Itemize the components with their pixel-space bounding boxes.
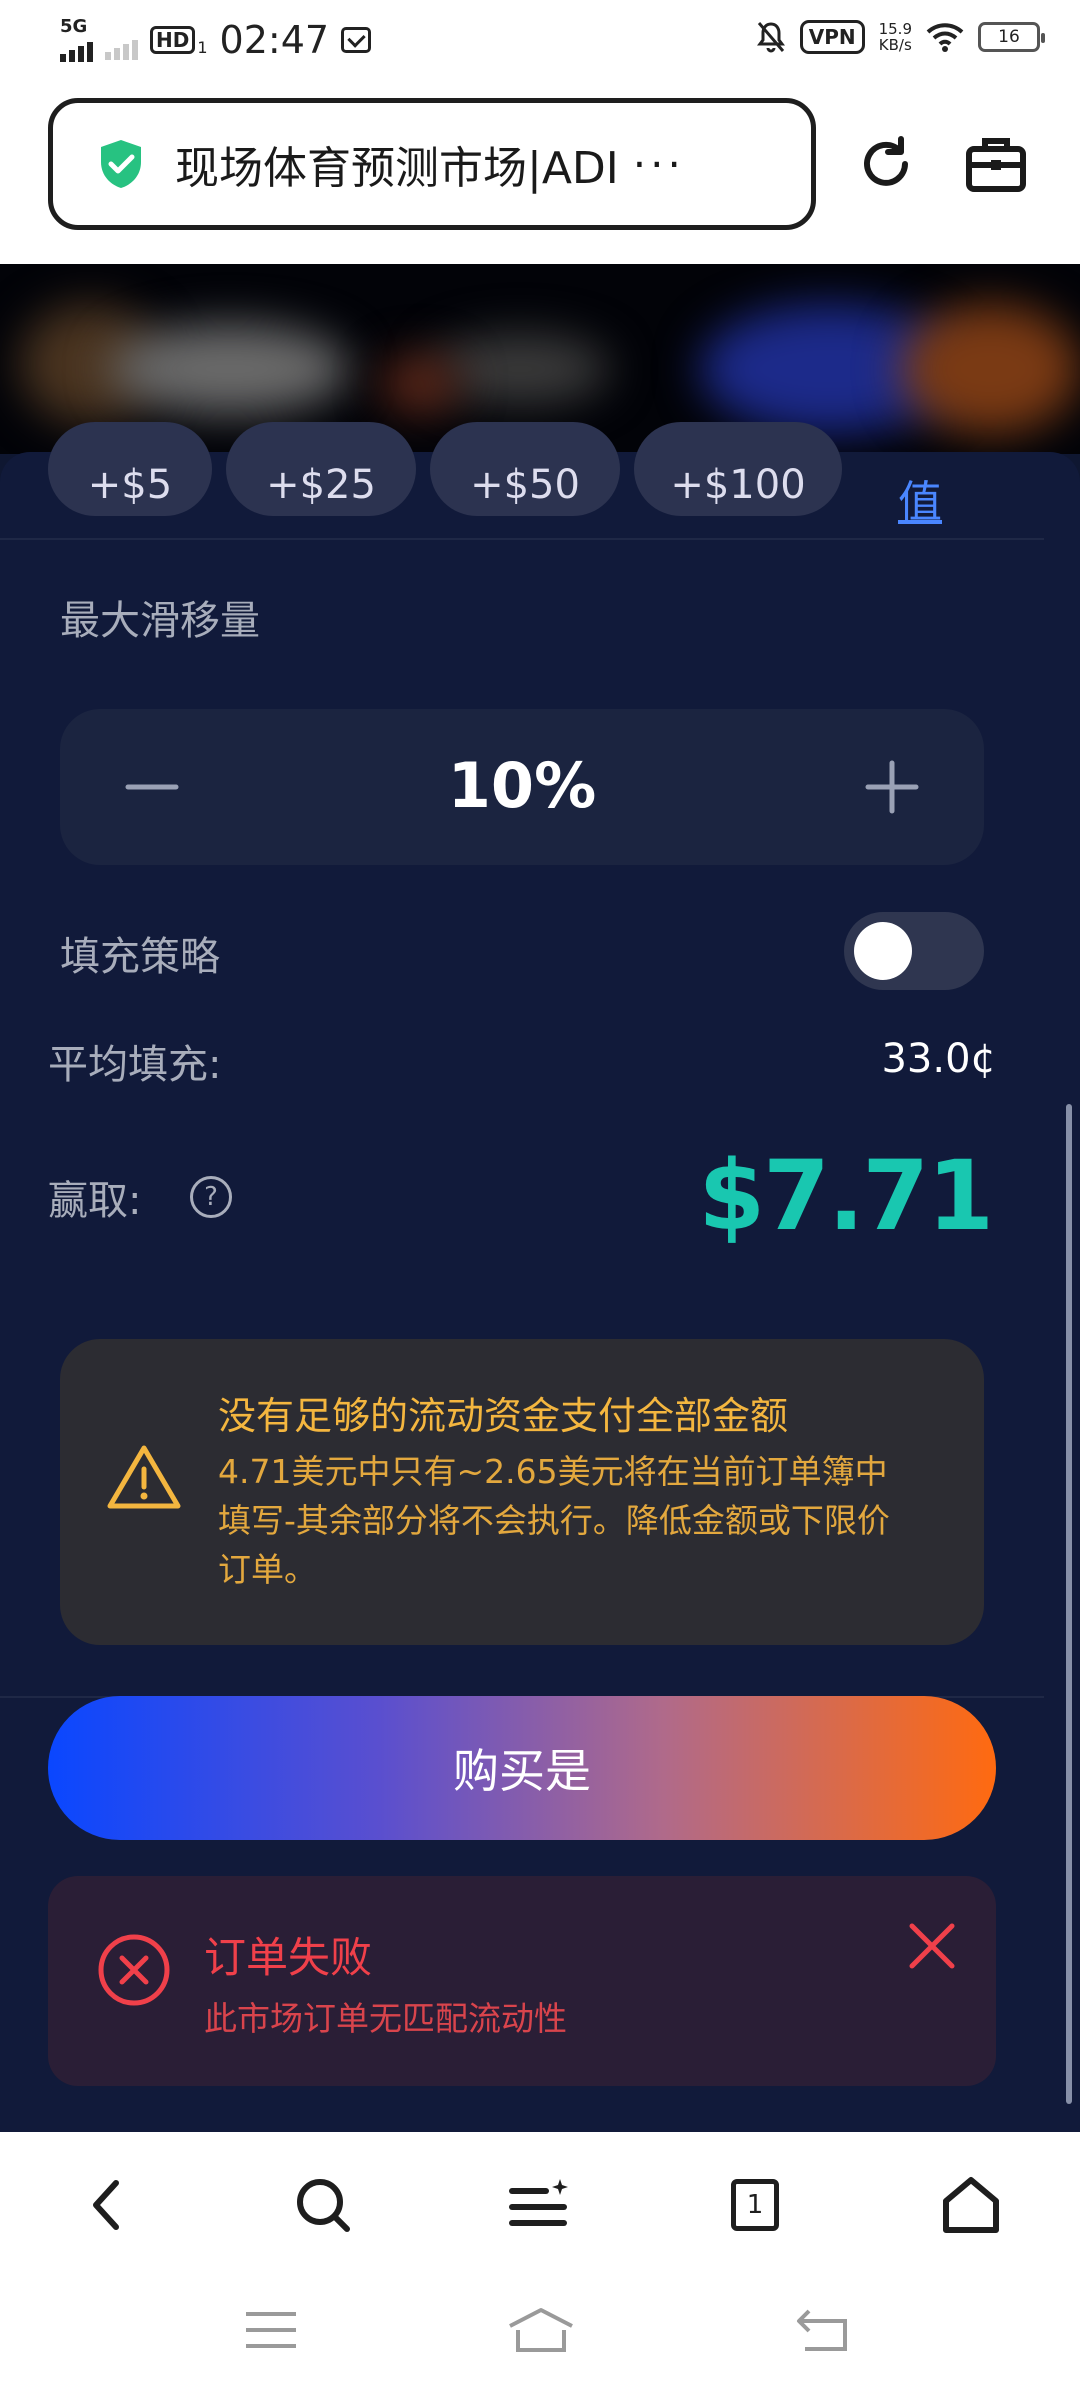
- scrollbar[interactable]: [1066, 1104, 1072, 2104]
- recents-icon: [246, 2312, 296, 2348]
- network-type: 5G: [60, 16, 88, 37]
- network-speed: 15.9 KB/s: [879, 21, 912, 53]
- amount-chip-5[interactable]: +$5: [48, 422, 212, 516]
- signal-icon: [60, 36, 93, 62]
- mail-icon: [341, 27, 372, 53]
- speed-value: 15.9: [878, 20, 912, 38]
- menu-sparkle-icon: [509, 2179, 568, 2226]
- page-title: 现场体育预测市场|ADI: [175, 143, 619, 194]
- error-circle-icon: [98, 1934, 170, 2006]
- win-label: 赢取:: [48, 1178, 142, 1224]
- hd-sub: 1: [197, 37, 208, 57]
- wifi-icon: [926, 23, 964, 52]
- menu-button[interactable]: [494, 2160, 584, 2250]
- vpn-badge: VPN: [799, 20, 865, 54]
- hd-icon: HD: [150, 26, 196, 54]
- max-value-link[interactable]: 值: [898, 466, 942, 530]
- reload-icon: [864, 136, 908, 186]
- error-title: 订单失败: [204, 1933, 373, 1982]
- average-fill-label: 平均填充:: [48, 1042, 222, 1088]
- fill-strategy-toggle[interactable]: [844, 912, 984, 990]
- mute-bell-icon: [756, 22, 785, 53]
- amount-chip-50[interactable]: +$50: [430, 422, 620, 516]
- help-icon[interactable]: ?: [190, 1176, 232, 1218]
- browser-bottom-bar: 1: [0, 2132, 1080, 2278]
- error-message: 此市场订单无匹配流动性: [204, 1999, 567, 2038]
- win-value: $7.71: [698, 1140, 994, 1252]
- reload-button[interactable]: [848, 126, 924, 202]
- speed-unit: KB/s: [878, 36, 912, 54]
- plus-button[interactable]: [854, 749, 930, 825]
- toolbox-icon: [966, 138, 1026, 192]
- warning-icon: [107, 1445, 181, 1509]
- system-home-icon: [509, 2308, 573, 2352]
- system-back-icon: [797, 2309, 847, 2351]
- back-button[interactable]: [62, 2160, 152, 2250]
- warning-title: 没有足够的流动资金支付全部金额: [218, 1394, 789, 1438]
- battery-level: 16: [998, 27, 1020, 47]
- page-content: +$5 +$25 +$50 +$100 值 最大滑移量 10% 填充策略 平均填…: [0, 264, 1080, 2132]
- more-icon: ···: [632, 139, 685, 189]
- toggle-knob: [854, 922, 912, 980]
- home-button[interactable]: [926, 2160, 1016, 2250]
- home-icon: [943, 2177, 999, 2233]
- status-bar: 5G HD 1 02:47 VPN 15.9 KB/s 16: [0, 0, 1080, 84]
- slippage-stepper: 10%: [60, 709, 984, 865]
- chevron-left-icon: [93, 2180, 119, 2230]
- address-bar[interactable]: 现场体育预测市场|ADI ···: [48, 98, 816, 230]
- amount-chip-100[interactable]: +$100: [634, 422, 842, 516]
- battery-icon: 16: [978, 22, 1045, 52]
- slippage-value: 10%: [447, 749, 597, 822]
- search-icon: [297, 2179, 350, 2232]
- tab-count-icon: 1: [731, 2179, 779, 2231]
- search-button[interactable]: [278, 2160, 368, 2250]
- close-icon[interactable]: [906, 1920, 958, 1972]
- toolbox-button[interactable]: [958, 126, 1034, 202]
- warning-body: 4.71美元中只有~2.65美元将在当前订单簿中填写-其余部分将不会执行。降低金…: [218, 1452, 890, 1589]
- signal-secondary-icon: [105, 34, 138, 60]
- divider: [0, 538, 1044, 540]
- slippage-label: 最大滑移量: [60, 598, 260, 644]
- system-navigation: [0, 2278, 1080, 2408]
- buy-yes-button[interactable]: 购买是: [48, 1696, 996, 1840]
- system-home-button[interactable]: [496, 2300, 586, 2360]
- clock: 02:47: [219, 18, 330, 62]
- system-back-button[interactable]: [778, 2300, 868, 2360]
- tabs-button[interactable]: 1: [710, 2160, 800, 2250]
- amount-chip-25[interactable]: +$25: [226, 422, 416, 516]
- browser-toolbar: 现场体育预测市场|ADI ···: [0, 84, 1080, 264]
- recents-button[interactable]: [226, 2300, 316, 2360]
- average-fill-value: 33.0¢: [881, 1036, 996, 1082]
- liquidity-warning: 没有足够的流动资金支付全部金额 4.71美元中只有~2.65美元将在当前订单簿中…: [60, 1339, 984, 1645]
- order-failed-toast: 订单失败 此市场订单无匹配流动性: [48, 1876, 996, 2086]
- fill-strategy-label: 填充策略: [60, 934, 220, 980]
- shield-check-icon: [101, 140, 141, 188]
